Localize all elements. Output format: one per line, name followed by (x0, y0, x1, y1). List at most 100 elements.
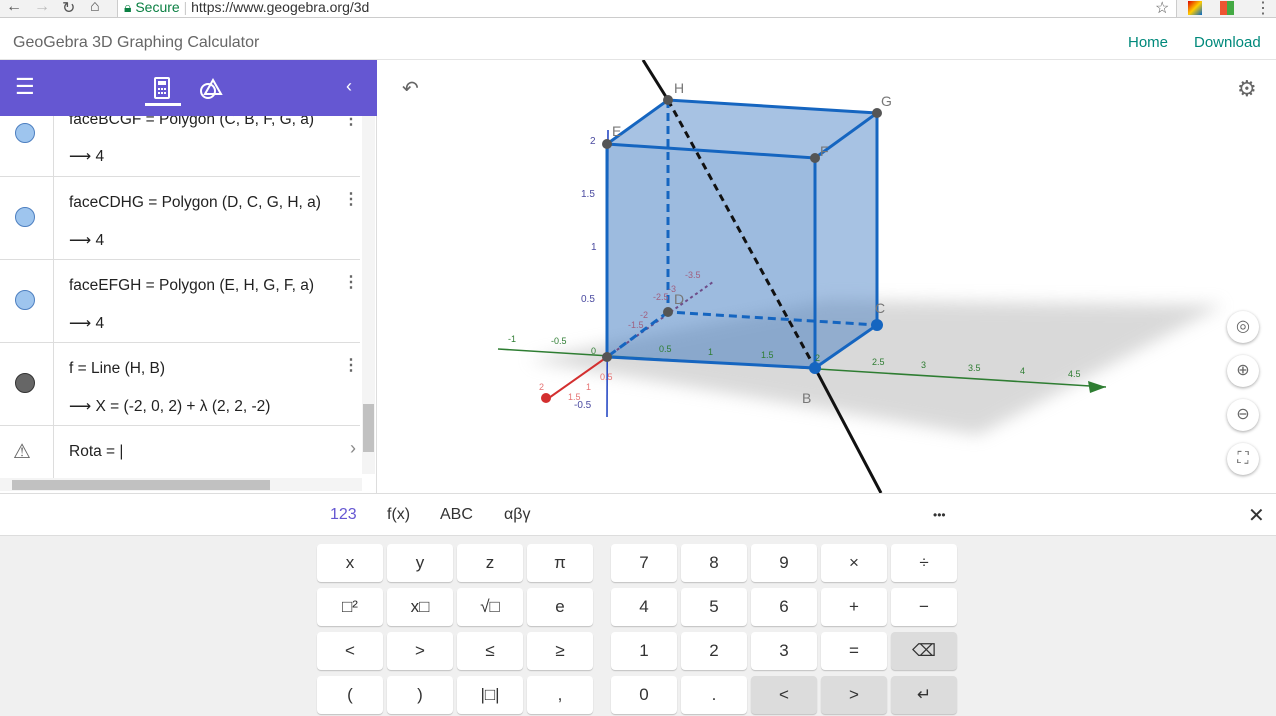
kebab-menu-icon[interactable]: ⋮ (343, 355, 359, 375)
home-link[interactable]: Home (1128, 34, 1168, 51)
visibility-toggle[interactable] (15, 373, 35, 393)
vertical-scrollbar[interactable] (362, 116, 375, 474)
calculator-icon[interactable] (154, 77, 170, 99)
standard-view-button[interactable]: ◎ (1227, 311, 1259, 343)
key[interactable]: < (751, 676, 817, 714)
key[interactable]: x□ (387, 588, 453, 626)
scene-label: 2 (590, 136, 596, 147)
input-field[interactable]: Rota = | (69, 443, 123, 461)
address-bar[interactable]: 🔒︎ Secure | https://www.geogebra.org/3d (117, 0, 1177, 18)
home-icon[interactable]: ⌂ (90, 0, 100, 16)
tab-123[interactable]: 123 (330, 506, 357, 524)
extension-icon[interactable] (1220, 1, 1234, 15)
key[interactable]: z (457, 544, 523, 582)
key[interactable]: x (317, 544, 383, 582)
scene-label: E (612, 123, 621, 139)
key[interactable]: ≤ (457, 632, 523, 670)
key[interactable]: 2 (681, 632, 747, 670)
scroll-thumb[interactable] (363, 404, 374, 452)
more-icon[interactable]: ⋮ (1255, 0, 1271, 18)
item-definition[interactable]: f = Line (H, B) (69, 360, 165, 378)
scene-label: 0.5 (659, 344, 672, 354)
visibility-toggle[interactable] (15, 123, 35, 143)
algebra-item[interactable]: f = Line (H, B) ⟶ X = (-2, 0, 2) + λ (2,… (0, 343, 360, 426)
algebra-item[interactable]: faceBCGF = Polygon (C, B, F, G, a) ⟶ 4 ⋮ (0, 116, 360, 177)
tab-functions[interactable]: f(x) (387, 506, 410, 524)
tab-greek[interactable]: αβγ (504, 506, 530, 524)
key[interactable]: 5 (681, 588, 747, 626)
key[interactable]: 3 (751, 632, 817, 670)
visibility-toggle[interactable] (15, 290, 35, 310)
item-definition[interactable]: faceCDHG = Polygon (D, C, G, H, a) (69, 194, 321, 212)
key[interactable]: ≥ (527, 632, 593, 670)
menu-icon[interactable]: ☰ (15, 74, 35, 100)
key[interactable]: |□| (457, 676, 523, 714)
item-definition[interactable]: faceBCGF = Polygon (C, B, F, G, a) (69, 116, 314, 129)
download-link[interactable]: Download (1194, 34, 1261, 51)
fullscreen-button[interactable]: ⛶ (1227, 443, 1259, 475)
key[interactable]: 4 (611, 588, 677, 626)
visibility-toggle[interactable] (15, 207, 35, 227)
horizontal-scrollbar[interactable] (0, 478, 362, 491)
reload-icon[interactable]: ↻ (62, 0, 75, 18)
key[interactable]: × (821, 544, 887, 582)
key[interactable]: > (387, 632, 453, 670)
item-definition[interactable]: faceEFGH = Polygon (E, H, G, F, a) (69, 277, 314, 295)
key[interactable]: ) (387, 676, 453, 714)
item-output: ⟶ 4 (69, 148, 105, 165)
key[interactable]: 7 (611, 544, 677, 582)
scene-label: 1.5 (581, 189, 595, 200)
zoom-in-icon: ⊕ (1236, 362, 1250, 379)
more-keys-button[interactable]: ••• (933, 508, 946, 522)
back-icon[interactable]: ← (6, 0, 22, 16)
scene-label: -1 (508, 334, 516, 344)
key[interactable]: 0 (611, 676, 677, 714)
key[interactable]: ↵ (891, 676, 957, 714)
key[interactable]: 6 (751, 588, 817, 626)
key[interactable]: . (681, 676, 747, 714)
key[interactable]: , (527, 676, 593, 714)
algebra-item[interactable]: faceEFGH = Polygon (E, H, G, F, a) ⟶ 4 ⋮ (0, 260, 360, 343)
close-keyboard-icon[interactable]: ✕ (1248, 503, 1265, 528)
key[interactable]: □² (317, 588, 383, 626)
key[interactable]: < (317, 632, 383, 670)
tab-abc[interactable]: ABC (440, 506, 473, 524)
algebra-item[interactable]: faceCDHG = Polygon (D, C, G, H, a) ⟶ 4 ⋮ (0, 177, 360, 260)
key[interactable]: + (821, 588, 887, 626)
kebab-menu-icon[interactable]: ⋮ (343, 272, 359, 292)
zoom-out-button[interactable]: ⊖ (1227, 399, 1259, 431)
key[interactable]: y (387, 544, 453, 582)
extension-icon[interactable] (1188, 1, 1202, 15)
tools-icon[interactable] (199, 78, 223, 100)
zoom-in-button[interactable]: ⊕ (1227, 355, 1259, 387)
kebab-menu-icon[interactable]: ⋮ (343, 189, 359, 209)
expand-icon[interactable]: › (350, 438, 356, 459)
scene-label: 1 (586, 382, 591, 392)
scene-label: 1 (708, 347, 713, 357)
key[interactable]: e (527, 588, 593, 626)
key[interactable]: = (821, 632, 887, 670)
settings-icon[interactable]: ⚙ (1237, 76, 1257, 102)
undo-icon[interactable]: ↶ (402, 76, 419, 101)
key[interactable]: − (891, 588, 957, 626)
key[interactable]: ÷ (891, 544, 957, 582)
star-icon[interactable]: ☆ (1155, 0, 1169, 18)
scroll-thumb[interactable] (12, 480, 270, 490)
item-output: ⟶ 4 (69, 232, 105, 249)
3d-scene[interactable]: HGEFCBD21.510.5-0.5-1 -0.50 0.5 1 1.5 2 2.5 3 3.… (378, 60, 1276, 493)
key[interactable]: ( (317, 676, 383, 714)
key[interactable]: ⌫ (891, 632, 957, 670)
key[interactable]: 8 (681, 544, 747, 582)
scene-label: 1.5 (568, 392, 581, 402)
key[interactable]: 9 (751, 544, 817, 582)
forward-icon[interactable]: → (34, 0, 50, 16)
kebab-menu-icon[interactable]: ⋮ (343, 116, 359, 129)
key[interactable]: > (821, 676, 887, 714)
collapse-icon[interactable]: ‹ (346, 76, 352, 97)
key[interactable]: π (527, 544, 593, 582)
lock-icon: 🔒︎ (124, 0, 136, 15)
graphics-3d-view[interactable]: H G E F C B D 2 1.5 1 0.5 -0.5 -1 -0.5 0 0.5 1 1.5 2 2.5 3 3.… (378, 60, 1276, 493)
key[interactable]: 1 (611, 632, 677, 670)
key[interactable]: √□ (457, 588, 523, 626)
algebra-input[interactable]: ⚠ Rota = | › (0, 426, 360, 478)
